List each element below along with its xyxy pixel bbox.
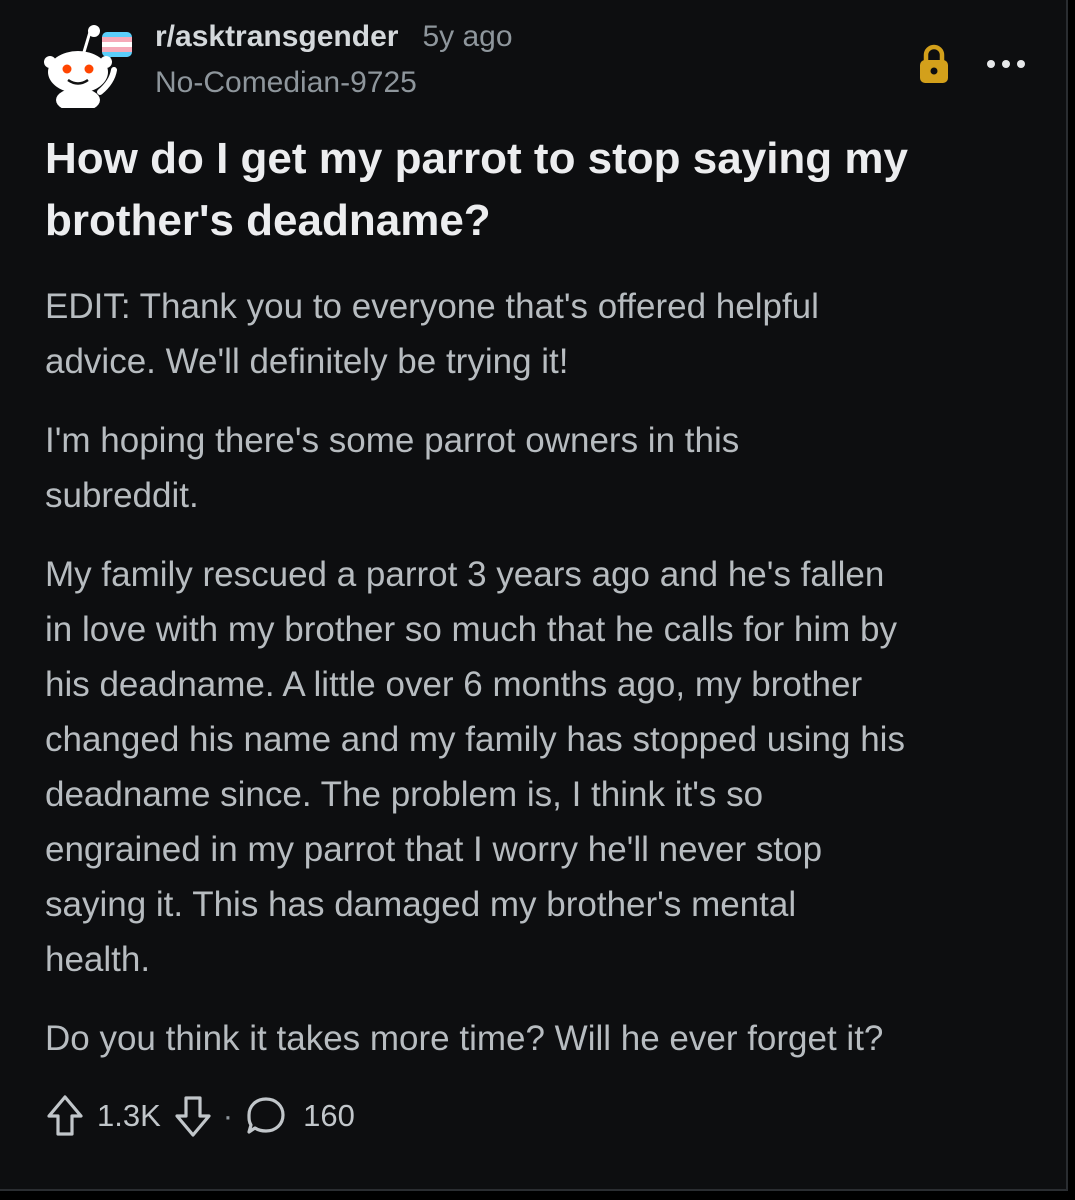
- body-paragraph: Do you think it takes more time? Will he…: [45, 1011, 1055, 1066]
- body-line: My family rescued a parrot 3 years ago a…: [45, 555, 885, 594]
- body-line: his deadname. A little over 6 months ago…: [45, 665, 863, 704]
- body-line: Do you think it takes more time? Will he…: [45, 1019, 884, 1058]
- post-title[interactable]: How do I get my parrot to stop saying my…: [45, 128, 1045, 252]
- user-avatar[interactable]: [42, 22, 134, 112]
- body-line: health.: [45, 940, 151, 979]
- more-options-icon[interactable]: [985, 56, 1027, 72]
- comment-count[interactable]: 160: [303, 1098, 355, 1134]
- body-line: EDIT: Thank you to everyone that's offer…: [45, 287, 819, 326]
- body-line: advice. We'll definitely be trying it!: [45, 342, 569, 381]
- vote-score: 1.3K: [97, 1098, 161, 1133]
- body-line: changed his name and my family has stopp…: [45, 720, 905, 759]
- separator-dot: ·: [222, 1098, 234, 1133]
- edit-paragraph: EDIT: Thank you to everyone that's offer…: [45, 279, 1055, 389]
- body-line: I'm hoping there's some parrot owners in…: [45, 421, 740, 460]
- body-paragraph: My family rescued a parrot 3 years ago a…: [45, 547, 1055, 987]
- author-link[interactable]: No-Comedian-9725: [155, 66, 417, 100]
- post-age: 5y ago: [422, 20, 513, 53]
- body-paragraph: I'm hoping there's some parrot owners in…: [45, 413, 1055, 523]
- body-line: engrained in my parrot that I worry he'l…: [45, 830, 823, 869]
- upvote-arrow-icon[interactable]: [45, 1094, 85, 1138]
- body-line: deadname since. The problem is, I think …: [45, 775, 764, 814]
- downvote-arrow-icon[interactable]: [173, 1094, 213, 1138]
- snoo-avatar-icon: [44, 25, 132, 112]
- action-bar: 1.3K · 160: [45, 1090, 355, 1142]
- body-line: subreddit.: [45, 476, 199, 515]
- lock-icon: [918, 44, 950, 84]
- title-line: How do I get my parrot to stop saying my: [45, 134, 908, 183]
- post-meta: r/asktransgender 5y ago: [155, 20, 513, 62]
- body-line: saying it. This has damaged my brother's…: [45, 885, 797, 924]
- subreddit-link[interactable]: r/asktransgender: [155, 20, 398, 54]
- body-line: in love with my brother so much that he …: [45, 610, 898, 649]
- post-card: r/asktransgender 5y ago No-Comedian-9725…: [0, 0, 1068, 1191]
- title-line: brother's deadname?: [45, 196, 491, 245]
- comment-bubble-icon[interactable]: [245, 1095, 287, 1137]
- post-body: EDIT: Thank you to everyone that's offer…: [45, 279, 1055, 1090]
